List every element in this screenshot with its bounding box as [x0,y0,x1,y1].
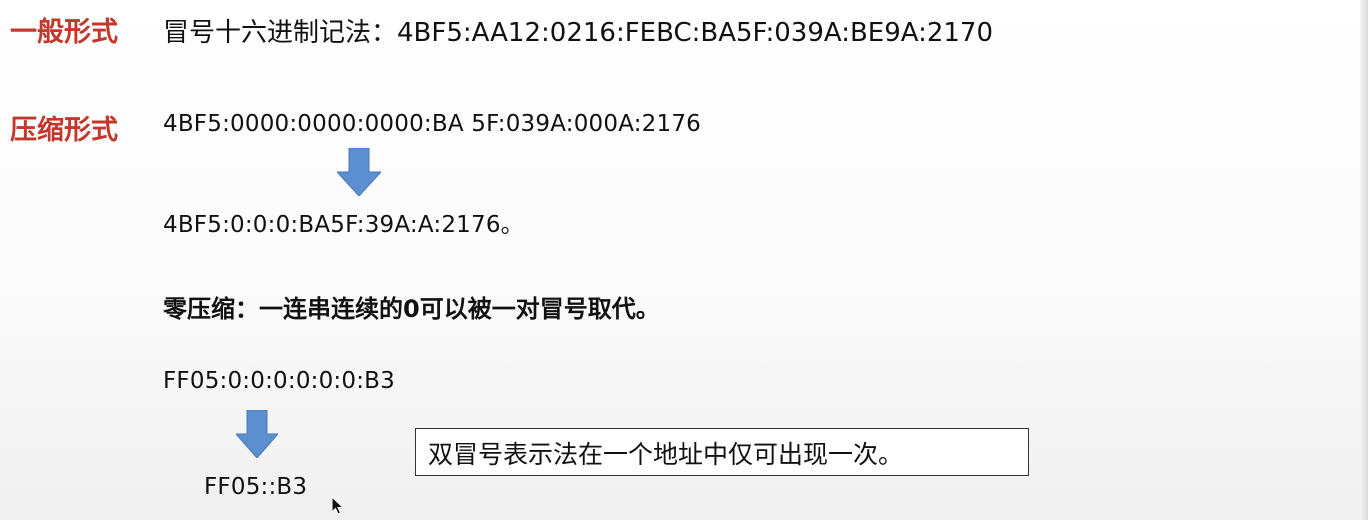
zero-compression-heading: 零压缩：一连串连续的0可以被一对冒号取代。 [163,295,660,323]
compressed-form-label: 压缩形式 [10,115,118,146]
compressed-original-address: 4BF5:0000:0000:0000:BA 5F:039A:000A:2176 [163,111,702,137]
down-arrow-icon [337,148,381,196]
down-arrow-icon [236,410,278,458]
general-form-text: 冒号十六进制记法：4BF5:AA12:0216:FEBC:BA5F:039A:B… [163,18,994,48]
double-colon-note: 双冒号表示法在一个地址中仅可出现一次。 [415,428,1029,476]
zero-compression-original: FF05:0:0:0:0:0:0:B3 [163,368,395,394]
zero-compression-result: FF05::B3 [204,474,308,500]
compressed-result-address: 4BF5:0:0:0:BA5F:39A:A:2176。 [163,212,524,238]
mouse-cursor-icon [331,496,345,515]
general-form-label: 一般形式 [10,17,118,48]
slide-edge-shadow [1360,0,1368,520]
